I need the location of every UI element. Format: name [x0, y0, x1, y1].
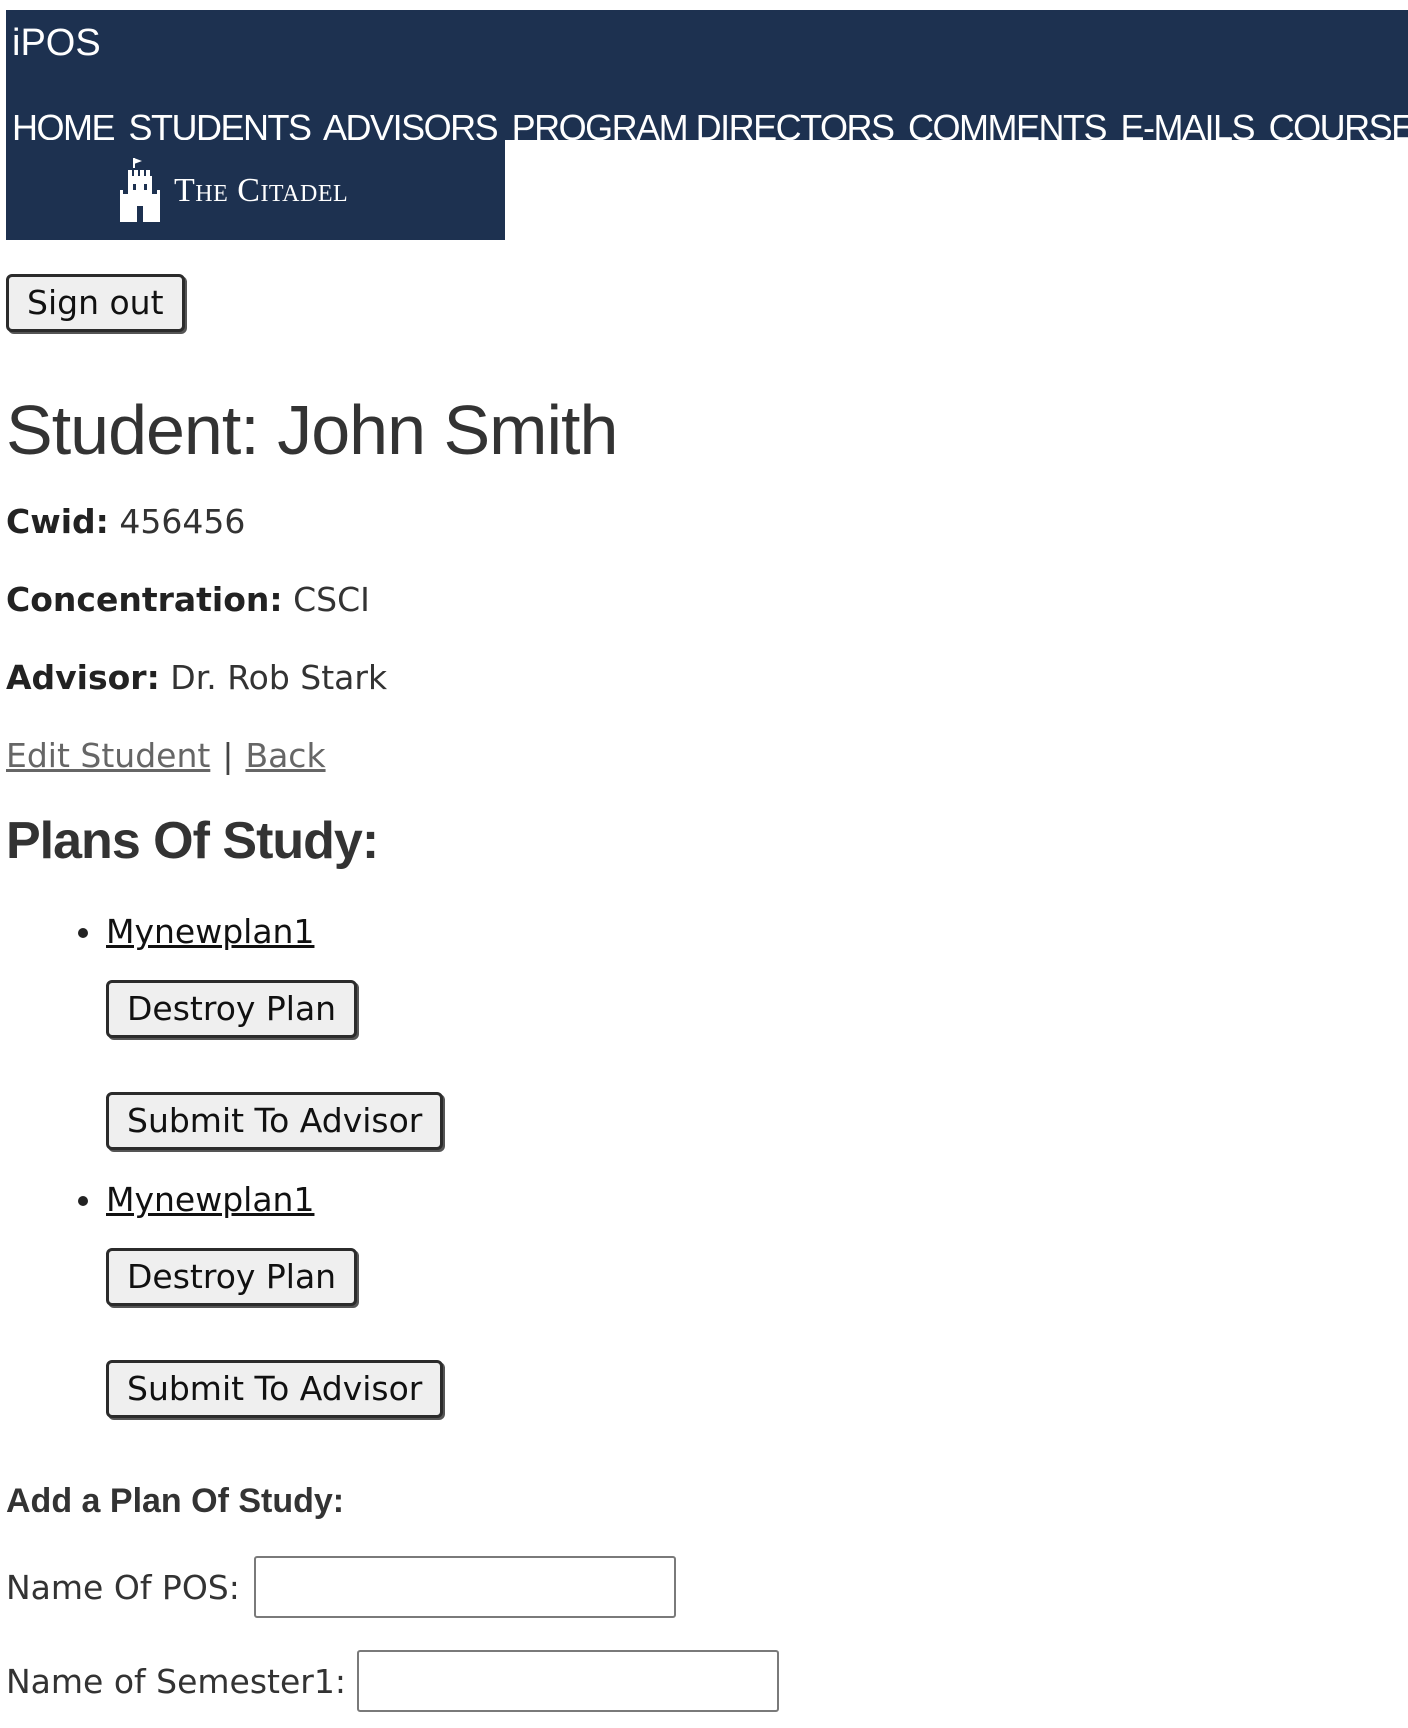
concentration-label: Concentration: — [6, 580, 283, 619]
bullet-icon — [78, 928, 88, 938]
advisor-row: Advisor: Dr. Rob Stark — [6, 658, 387, 698]
cwid-label: Cwid: — [6, 502, 109, 541]
citadel-logo: The Citadel — [6, 140, 505, 240]
cwid-row: Cwid: 456456 — [6, 502, 245, 542]
link-separator: | — [222, 736, 234, 775]
page: iPOS HOME STUDENTS ADVISORS PROGRAM DIRE… — [0, 0, 1408, 1728]
cwid-value: 456456 — [119, 502, 246, 541]
destroy-plan-button[interactable]: Destroy Plan — [106, 1248, 358, 1306]
student-actions: Edit Student | Back — [6, 736, 326, 776]
submit-to-advisor-button[interactable]: Submit To Advisor — [106, 1092, 444, 1150]
back-link[interactable]: Back — [245, 736, 325, 775]
page-title: Student: John Smith — [6, 391, 618, 469]
bullet-icon — [78, 1196, 88, 1206]
castle-tower-icon — [120, 158, 160, 222]
nav-emails[interactable]: E-MAILS — [1121, 107, 1256, 148]
destroy-plan-button[interactable]: Destroy Plan — [106, 980, 358, 1038]
submit-to-advisor-button[interactable]: Submit To Advisor — [106, 1360, 444, 1418]
advisor-label: Advisor: — [6, 658, 160, 697]
plan-link[interactable]: Mynewplan1 — [106, 912, 314, 952]
nav-courses[interactable]: COURSES — [1269, 107, 1408, 148]
concentration-row: Concentration: CSCI — [6, 580, 370, 620]
plans-title: Plans Of Study: — [6, 812, 379, 870]
pos-name-label: Name Of POS: — [6, 1568, 240, 1607]
concentration-value: CSCI — [293, 580, 370, 619]
pos-name-input[interactable] — [254, 1556, 676, 1618]
header-bar: iPOS HOME STUDENTS ADVISORS PROGRAM DIRE… — [6, 10, 1408, 148]
sign-out-button[interactable]: Sign out — [6, 274, 185, 332]
nav-program-directors[interactable]: PROGRAM DIRECTORS — [512, 107, 895, 148]
edit-student-link[interactable]: Edit Student — [6, 736, 210, 775]
plan-link[interactable]: Mynewplan1 — [106, 1180, 314, 1220]
nav-comments[interactable]: COMMENTS — [908, 107, 1108, 148]
app-title: iPOS — [12, 22, 101, 64]
logo-text: The Citadel — [174, 172, 349, 209]
semester-name-label: Name of Semester1: — [6, 1662, 346, 1701]
semester-name-input[interactable] — [357, 1650, 779, 1712]
add-plan-title: Add a Plan Of Study: — [6, 1482, 345, 1520]
advisor-value: Dr. Rob Stark — [170, 658, 388, 697]
